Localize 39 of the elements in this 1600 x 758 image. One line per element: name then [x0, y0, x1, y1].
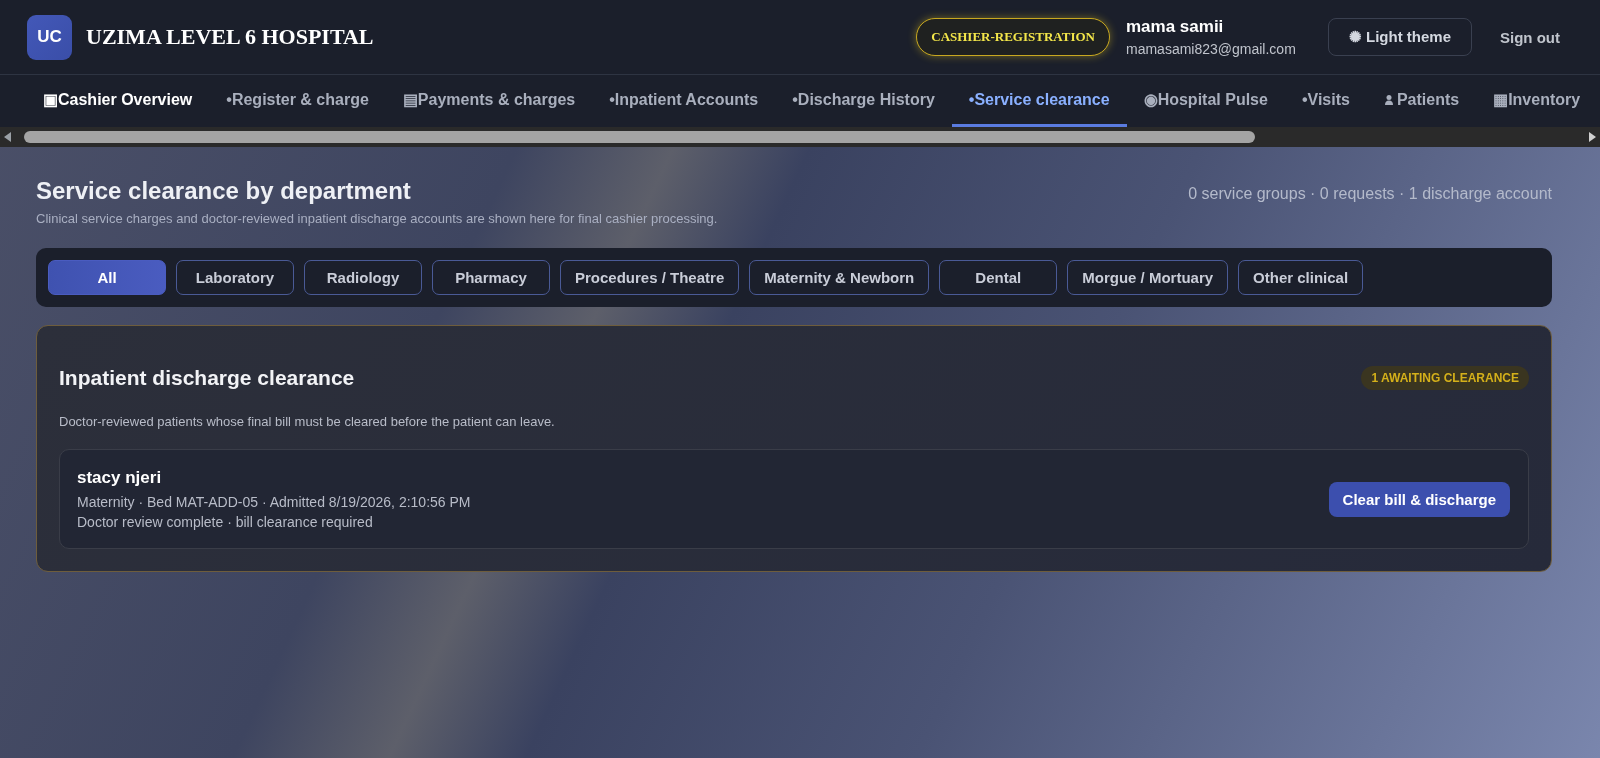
patient-status: Doctor review complete · bill clearance required — [77, 514, 374, 530]
page-title: Service clearance by department — [36, 177, 412, 205]
nav-tab[interactable]: ▦Inventory — [1476, 75, 1598, 127]
nav-tab[interactable]: •Register & charge — [209, 75, 386, 127]
user-name: mama samii — [1126, 17, 1225, 37]
filter-chip[interactable]: Radiology — [304, 260, 422, 295]
nav-tab[interactable]: •Inpatient Accounts — [592, 75, 776, 127]
nav-tab[interactable]: ▤Payments & charges — [385, 75, 593, 127]
nav-tab[interactable]: ▣Cashier Overview — [26, 75, 210, 127]
hospital-name: UZIMA LEVEL 6 HOSPITAL — [86, 24, 374, 50]
filter-chip[interactable]: Dental — [939, 260, 1058, 295]
filter-chip[interactable]: Maternity & Newborn — [749, 260, 930, 295]
logo-badge: UC — [27, 14, 72, 60]
clear-bill-button[interactable]: Clear bill & discharge — [1328, 481, 1510, 517]
summary-counts: 0 service groups · 0 requests · 1 discharge account — [1188, 185, 1552, 203]
nav-tab[interactable]: ◉Hospital Pulse — [1126, 75, 1285, 127]
nav-tab[interactable]: •Discharge History — [775, 75, 952, 127]
section-title: Inpatient discharge clearance — [59, 366, 355, 390]
horizontal-scrollbar[interactable] — [0, 127, 1600, 147]
awaiting-badge: 1 AWAITING CLEARANCE — [1361, 366, 1529, 390]
person-icon — [1383, 93, 1394, 106]
filter-chip[interactable]: Morgue / Mortuary — [1067, 260, 1229, 295]
scroll-right-icon[interactable] — [1588, 132, 1596, 142]
nav-tab[interactable]: Patients — [1366, 75, 1477, 127]
theme-toggle-button[interactable]: ✺ Light theme — [1327, 18, 1472, 56]
filter-chip[interactable]: Procedures / Theatre — [560, 260, 740, 295]
nav-tab[interactable]: •Visits — [1284, 75, 1367, 127]
filter-chip[interactable]: Pharmacy — [432, 260, 550, 295]
patient-name: stacy njeri — [77, 468, 163, 488]
role-badge: CASHIER-REGISTRATION — [916, 18, 1110, 56]
patient-details: Maternity · Bed MAT-ADD-05 · Admitted 8/19/2026, 2:10:56 PM — [77, 494, 471, 510]
filter-chip[interactable]: Other clinical — [1238, 260, 1364, 295]
user-email: mamasami823@gmail.com — [1126, 41, 1296, 57]
scroll-left-icon[interactable] — [4, 132, 12, 142]
sign-out-button[interactable]: Sign out — [1488, 20, 1572, 54]
page-subtitle: Clinical service charges and doctor-reviewed inpatient discharge accounts are shown here for final cashier processing. — [36, 211, 718, 226]
filter-chip[interactable]: All — [48, 260, 166, 295]
section-description: Doctor-reviewed patients whose final bill must be cleared before the patient can leave. — [59, 414, 556, 429]
filter-chip[interactable]: Laboratory — [176, 260, 294, 295]
